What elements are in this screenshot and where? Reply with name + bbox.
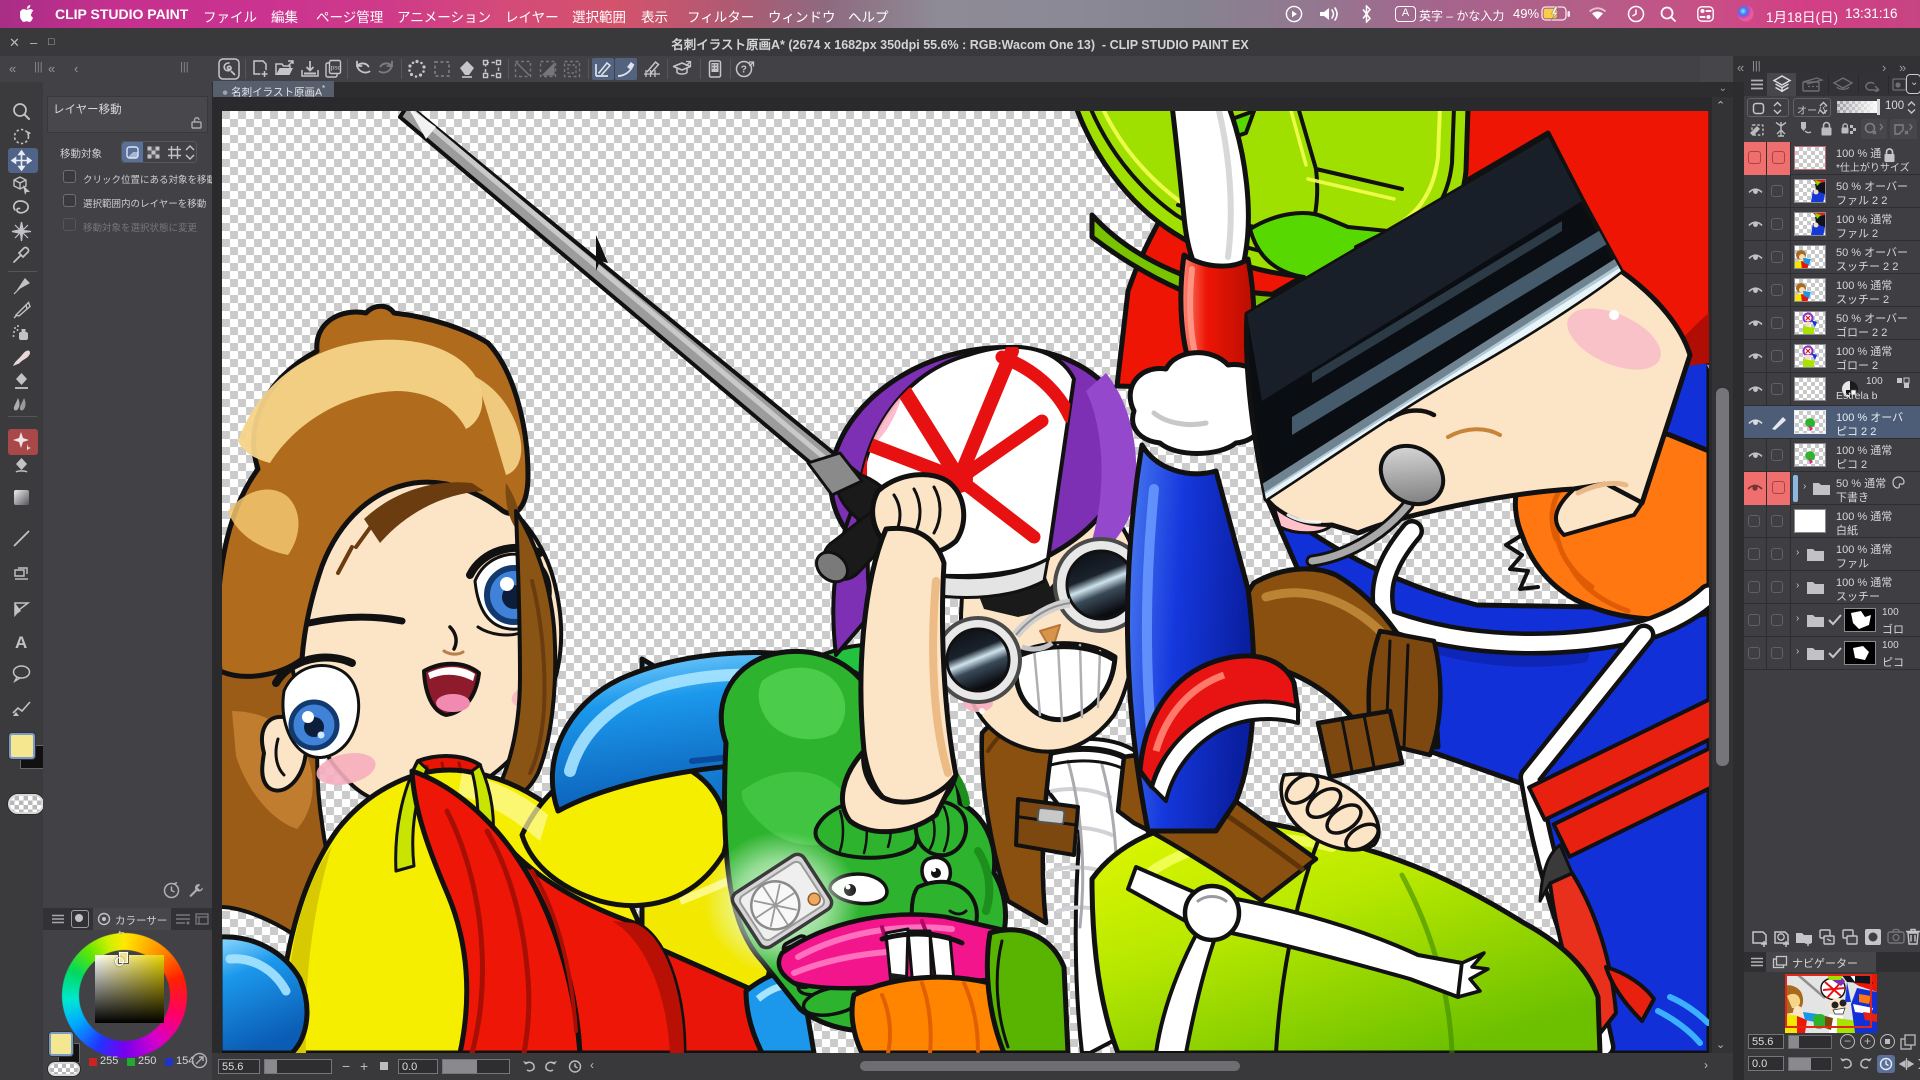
svg-text:psd: psd [331, 65, 342, 72]
svg-text:?: ? [741, 65, 747, 76]
svg-text:A: A [15, 633, 27, 652]
